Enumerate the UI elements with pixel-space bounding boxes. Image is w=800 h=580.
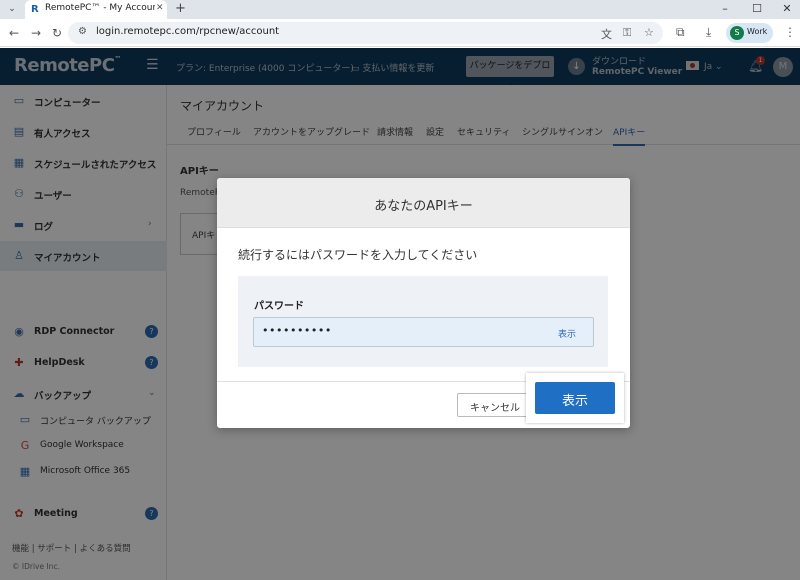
- close-icon[interactable]: ✕: [156, 3, 164, 13]
- browser-tab-bar: ⌄ R RemotePC™ - My Account Info ✕ + – ☐ …: [0, 0, 800, 19]
- download-icon[interactable]: ⤓: [706, 25, 711, 40]
- password-label: パスワード: [254, 301, 304, 312]
- browser-tab[interactable]: R RemotePC™ - My Account Info ✕: [25, 0, 167, 19]
- back-icon[interactable]: ←: [6, 25, 22, 41]
- profile-name: Work: [747, 27, 768, 36]
- primary-button-highlight: 表示: [526, 373, 624, 423]
- menu-icon[interactable]: ⋮: [784, 25, 796, 39]
- dialog-header: あなたのAPIキー: [217, 178, 630, 228]
- window-close-icon[interactable]: ✕: [777, 1, 797, 17]
- tab-title: RemotePC™ - My Account Info: [45, 3, 155, 13]
- minimize-icon[interactable]: –: [715, 1, 735, 17]
- translate-icon[interactable]: 文: [601, 26, 612, 42]
- profile-avatar: S: [730, 26, 744, 40]
- tab-menu-icon[interactable]: ⌄: [4, 2, 20, 16]
- dialog-message: 続行するにはパスワードを入力してください: [238, 248, 478, 262]
- cancel-button-label: キャンセル: [470, 403, 520, 414]
- address-bar[interactable]: ⚙ login.remotepc.com/rpcnew/account 文 ⚿ …: [68, 22, 663, 44]
- maximize-icon[interactable]: ☐: [747, 1, 767, 17]
- show-api-key-button[interactable]: 表示: [535, 382, 615, 414]
- remotepc-favicon-icon: R: [31, 4, 39, 15]
- password-value: ••••••••••: [262, 324, 332, 337]
- password-field[interactable]: •••••••••• 表示: [253, 317, 594, 347]
- star-icon[interactable]: ☆: [644, 26, 654, 39]
- show-password-link[interactable]: 表示: [558, 327, 576, 340]
- extensions-icon[interactable]: ⧉: [676, 25, 685, 40]
- dialog-title: あなたのAPIキー: [374, 199, 473, 214]
- reload-icon[interactable]: ↻: [49, 25, 65, 41]
- url-text[interactable]: login.remotepc.com/rpcnew/account: [96, 26, 279, 37]
- password-key-icon[interactable]: ⚿: [623, 26, 631, 40]
- profile-button[interactable]: S Work: [726, 23, 773, 43]
- password-panel: パスワード •••••••••• 表示: [238, 276, 608, 367]
- site-info-icon[interactable]: ⚙: [78, 26, 87, 37]
- browser-toolbar: ← → ↻ ⚙ login.remotepc.com/rpcnew/accoun…: [0, 19, 800, 47]
- forward-icon[interactable]: →: [28, 25, 44, 41]
- new-tab-icon[interactable]: +: [175, 1, 186, 16]
- show-api-key-button-label: 表示: [561, 394, 588, 409]
